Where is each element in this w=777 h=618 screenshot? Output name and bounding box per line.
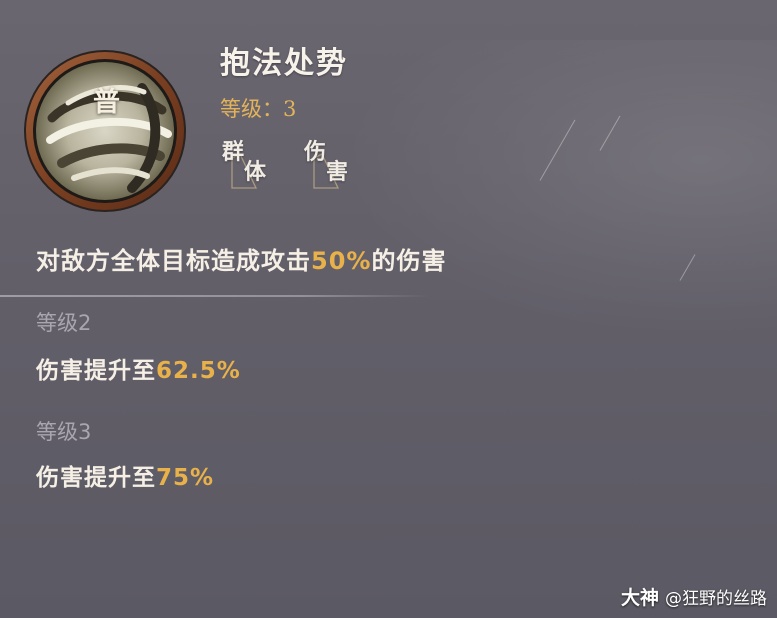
watermark-handle: @狂野的丝路 xyxy=(665,589,767,609)
upgrade-effect: 伤害提升至75% xyxy=(36,458,214,492)
tag-char: 群 xyxy=(222,139,245,165)
grade-badge: 普 xyxy=(93,87,120,118)
upgrade-effect-value: 75% xyxy=(156,465,215,491)
skill-name: 抱法处势 xyxy=(220,46,348,81)
tag-char: 体 xyxy=(244,159,267,185)
skill-level: 等级：3 xyxy=(220,93,296,123)
upgrade-level-title: 等级2 xyxy=(36,311,92,335)
description-value: 50% xyxy=(311,247,372,275)
light-streak xyxy=(599,115,621,151)
tag-char: 伤 xyxy=(304,139,327,165)
upgrade-level-title: 等级3 xyxy=(36,420,92,444)
upgrade-effect-text: 伤害提升至 xyxy=(36,358,156,384)
upgrade-effect: 伤害提升至62.5% xyxy=(36,351,241,385)
light-streak xyxy=(679,254,696,281)
watermark: 大神 @狂野的丝路 xyxy=(621,583,767,610)
watermark-logo: 大神 xyxy=(620,587,659,609)
upgrade-effect-text: 伤害提升至 xyxy=(36,465,156,491)
description-text: 对敌方全体目标造成攻击 xyxy=(36,247,311,275)
tag-damage: 伤 害 xyxy=(304,134,366,192)
light-streak xyxy=(539,119,576,181)
swirl-skill-icon xyxy=(24,50,186,212)
level-value: 3 xyxy=(283,97,297,121)
skill-tooltip-panel: 普 抱法处势 等级：3 群 体 伤 害 对敌方全体目标造成攻击50%的伤害 等级… xyxy=(0,0,777,618)
tag-aoe: 群 体 xyxy=(222,134,284,192)
tag-char: 害 xyxy=(326,159,349,185)
level-label: 等级： xyxy=(220,97,283,121)
description-text: 的伤害 xyxy=(371,247,447,275)
upgrade-effect-value: 62.5% xyxy=(156,358,241,384)
skill-description: 对敌方全体目标造成攻击50%的伤害 xyxy=(36,241,446,276)
section-divider xyxy=(0,295,430,297)
skill-icon[interactable]: 普 xyxy=(22,48,188,214)
